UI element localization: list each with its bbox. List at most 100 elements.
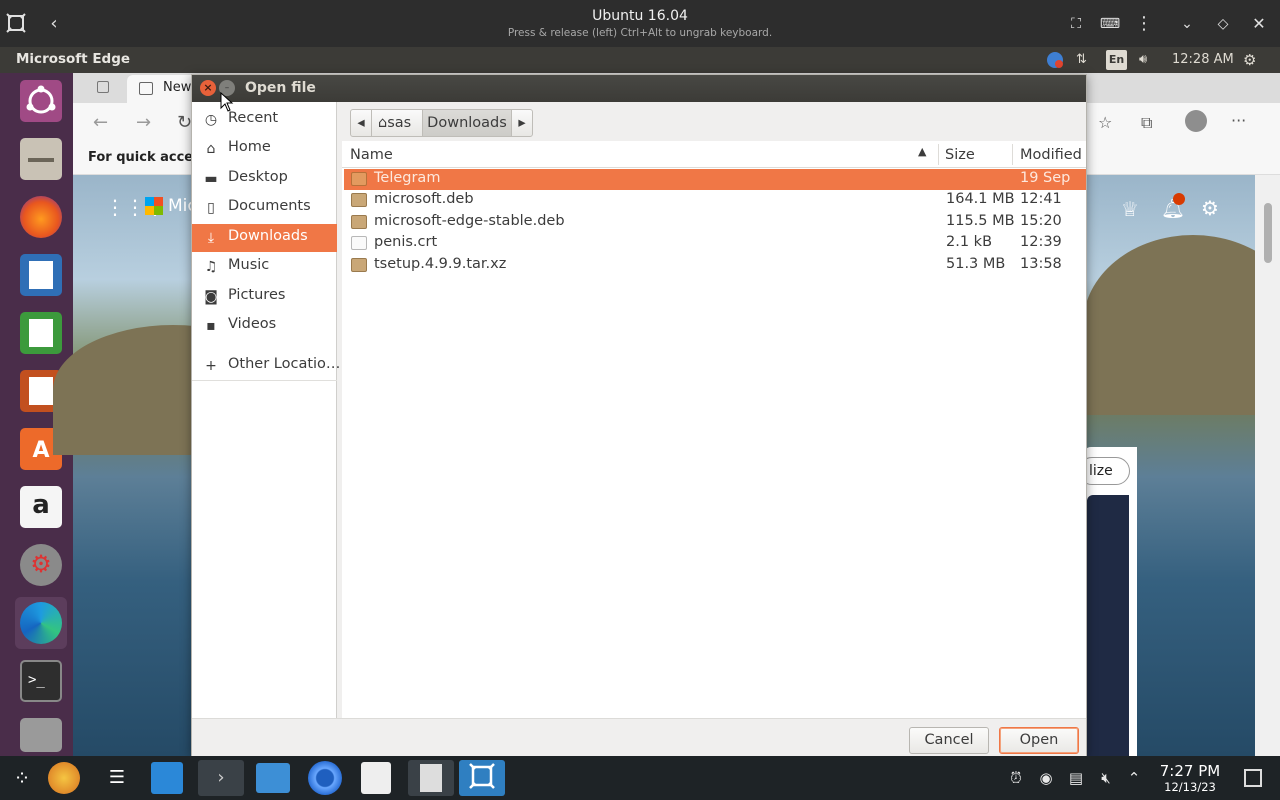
volume-muted-icon[interactable]: 🔇︎ (1096, 768, 1116, 788)
sidebar-item-home[interactable]: ⌂ Home (192, 135, 337, 163)
close-icon[interactable]: ✕ (1247, 12, 1271, 36)
vm-viewer-icon[interactable] (459, 760, 505, 796)
file-row[interactable]: microsoft-edge-stable.deb 115.5 MB 15:20 (344, 212, 1086, 233)
sidebar-item-downloads[interactable]: ⤓ Downloads (192, 224, 337, 252)
path-current-button[interactable]: Downloads (422, 109, 512, 137)
archive-manager-icon[interactable] (408, 760, 454, 796)
download-icon: ⤓ (207, 230, 215, 246)
sidebar-divider (192, 380, 337, 381)
more-options-icon[interactable]: ··· (1231, 111, 1246, 130)
refresh-icon[interactable]: ↻ (177, 112, 192, 133)
file-manager-icon[interactable] (256, 763, 290, 793)
notification-badge (1173, 193, 1185, 205)
file-row[interactable]: Telegram 19 Sep (344, 169, 1086, 190)
chevron-down-icon[interactable]: ⌄ (1175, 12, 1199, 36)
sidebar-item-music[interactable]: ♫ Music (192, 253, 337, 281)
file-row[interactable]: microsoft.deb 164.1 MB 12:41 (344, 190, 1086, 211)
column-separator (938, 144, 939, 165)
taskbar-date: 12/13/23 (1164, 780, 1216, 794)
terminal-icon[interactable]: › (198, 760, 244, 796)
firefox-icon (20, 196, 62, 238)
terminal-icon: >_ (20, 660, 62, 702)
sidebar-item-other-locations[interactable]: + Other Locatio… (192, 352, 340, 380)
tab-actions-icon[interactable] (97, 81, 109, 93)
writer-icon (20, 254, 62, 296)
launcher-firefox[interactable] (15, 191, 67, 243)
home-icon: ⌂ (378, 115, 388, 131)
app-launcher-icon[interactable]: ⁘ (4, 760, 40, 796)
sidebar-item-desktop[interactable]: ▬ Desktop (192, 165, 337, 193)
launcher-files[interactable] (15, 133, 67, 185)
page-scrollbar[interactable] (1255, 175, 1280, 756)
launcher-ubuntu-dash[interactable] (15, 75, 67, 127)
browser-icon[interactable] (308, 761, 342, 795)
tray-expand-icon[interactable]: ⌃ (1124, 768, 1144, 788)
path-forward-icon[interactable]: ▸ (511, 109, 533, 137)
page-settings-gear-icon[interactable]: ⚙ (1201, 196, 1219, 220)
column-modified-header[interactable]: Modified (1020, 147, 1082, 163)
rewards-trophy-icon[interactable]: ♕ (1121, 197, 1139, 221)
open-button[interactable]: Open (999, 727, 1079, 754)
favorites-icon[interactable]: ☆ (1098, 113, 1112, 132)
pinned-app-icon[interactable] (48, 762, 80, 794)
fullscreen-icon[interactable]: ⛶ (1064, 12, 1088, 36)
sidebar-item-videos[interactable]: ▪ Videos (192, 312, 337, 340)
dialog-close-icon[interactable]: × (200, 80, 216, 96)
settings-gear-icon[interactable]: ⚙ (1243, 50, 1256, 70)
taskbar-clock[interactable]: 7:27 PM 12/13/23 (1150, 762, 1230, 794)
active-app-name: Microsoft Edge (16, 51, 131, 67)
keyboard-layout[interactable]: En (1106, 50, 1127, 70)
plus-icon: + (205, 358, 217, 374)
system-settings-icon[interactable]: ☰ (99, 760, 135, 796)
cancel-button[interactable]: Cancel (909, 727, 989, 754)
sidebar-item-documents[interactable]: ▯ Documents (192, 194, 337, 222)
file-row[interactable]: tsetup.4.9.9.tar.xz 51.3 MB 13:58 (344, 255, 1086, 276)
dialog-footer: Cancel Open (192, 718, 1086, 757)
document-icon (351, 236, 367, 250)
column-name-header[interactable]: Name (350, 147, 393, 163)
launcher-edge[interactable] (15, 597, 67, 649)
launcher-amazon[interactable]: a (15, 481, 67, 533)
more-vertical-icon[interactable]: ⋮ (1132, 12, 1156, 36)
page-scrollbar-thumb[interactable] (1264, 203, 1272, 263)
sidebar-item-recent[interactable]: ◷ Recent (192, 106, 337, 134)
package-icon (351, 258, 367, 272)
panel-clock[interactable]: 12:28 AM (1172, 50, 1234, 70)
launcher-settings[interactable]: ⚙ (15, 539, 67, 591)
file-list: Name ▲ Size Modified Telegram 19 Sep mic… (342, 141, 1086, 718)
launcher-writer[interactable] (15, 249, 67, 301)
profile-avatar[interactable] (1185, 110, 1207, 132)
file-cabinet-icon (20, 138, 62, 180)
system-settings-icon: ⚙ (20, 544, 62, 586)
update-icon[interactable] (1045, 50, 1065, 70)
volume-icon[interactable]: 🔊︎ (1139, 50, 1147, 70)
clock-icon: ◷ (204, 112, 218, 128)
file-row[interactable]: penis.crt 2.1 kB 12:39 (344, 233, 1086, 254)
back-arrow-icon[interactable]: ← (93, 112, 108, 133)
launcher-calc[interactable] (15, 307, 67, 359)
dialog-titlebar[interactable]: × – Open file (192, 75, 1086, 102)
path-back-icon[interactable]: ◂ (350, 109, 372, 137)
sidebar-item-pictures[interactable]: ◙ Pictures (192, 283, 337, 311)
network-icon[interactable]: ⇅ (1076, 50, 1087, 70)
weather-card-body (1087, 495, 1129, 756)
launcher-terminal[interactable]: >_ (15, 655, 67, 707)
newtab-page-icon (139, 82, 153, 95)
sort-ascending-icon[interactable]: ▲ (918, 145, 926, 158)
diamond-icon[interactable]: ◇ (1211, 12, 1235, 36)
open-file-dialog: × – Open file ◷ Recent ⌂ Home ▬ Desktop … (191, 74, 1087, 757)
alarm-icon[interactable]: ⏰︎ (1006, 768, 1026, 788)
usb-transfer-icon[interactable] (361, 762, 391, 794)
path-home-button[interactable]: ⌂sas (371, 109, 423, 137)
trash-icon (20, 718, 62, 752)
show-desktop-icon[interactable] (1244, 769, 1262, 787)
clipboard-icon[interactable]: ▤ (1066, 768, 1086, 788)
column-size-header[interactable]: Size (945, 147, 975, 163)
launcher-trash[interactable] (15, 713, 67, 753)
store-icon[interactable] (151, 762, 183, 794)
collections-icon[interactable]: ⧉ (1141, 113, 1152, 133)
forward-arrow-icon[interactable]: → (136, 112, 151, 133)
calc-icon (20, 312, 62, 354)
accessibility-icon[interactable]: ◉ (1036, 768, 1056, 788)
keyboard-icon[interactable]: ⌨ (1098, 12, 1122, 36)
